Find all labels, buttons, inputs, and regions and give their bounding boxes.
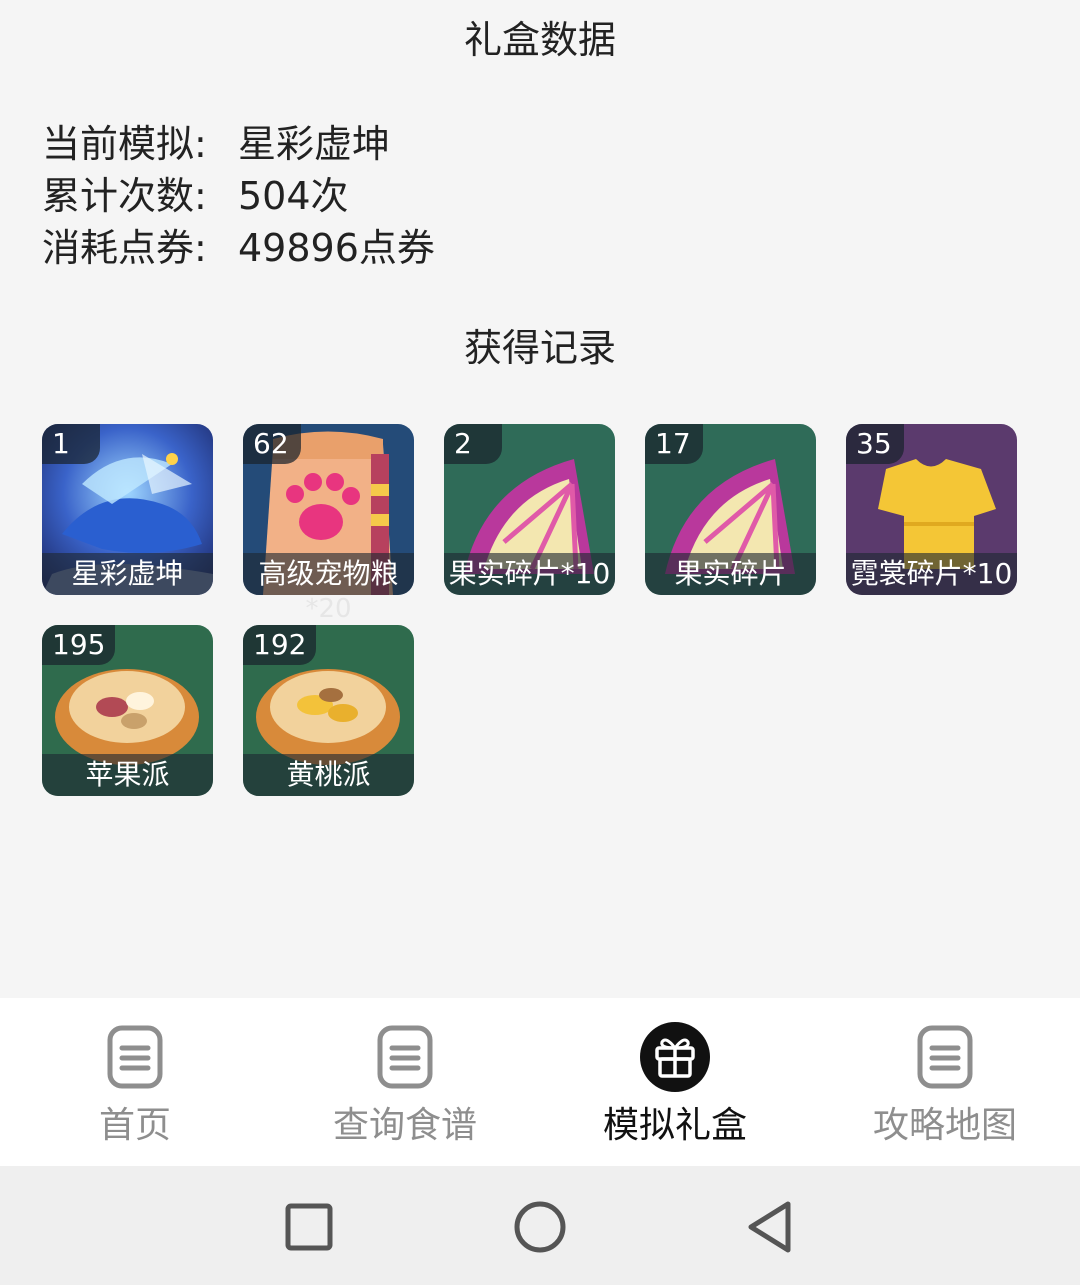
back-icon[interactable] — [736, 1192, 806, 1262]
tab-label: 攻略地图 — [872, 1105, 1017, 1146]
stat-label: 当前模拟: — [42, 122, 207, 166]
system-nav-bar — [0, 1166, 1080, 1285]
item-name: 霓裳碎片*10 — [846, 553, 1017, 595]
item-count-badge: 1 — [42, 424, 100, 464]
record-tile[interactable]: 62 高级宠物粮 — [243, 424, 414, 595]
record-tile[interactable]: 1 星彩虚坤 — [42, 424, 213, 595]
stat-coupons-spent: 消耗点券: 49896点券 — [42, 222, 435, 274]
stat-current-sim: 当前模拟: 星彩虚坤 — [42, 118, 435, 170]
section-title: 获得记录 — [463, 326, 616, 370]
stat-value: 星彩虚坤 — [238, 122, 391, 166]
stat-value: 504次 — [238, 174, 349, 218]
tab-strategy-map[interactable]: 攻略地图 — [810, 998, 1080, 1166]
item-name: 高级宠物粮 — [243, 553, 414, 595]
gift-icon — [640, 1022, 710, 1092]
item-count-badge: 17 — [645, 424, 703, 464]
item-name: 果实碎片 — [645, 553, 816, 595]
item-count-badge: 2 — [444, 424, 502, 464]
stat-total-count: 累计次数: 504次 — [42, 170, 435, 222]
tab-label: 模拟礼盒 — [602, 1105, 747, 1146]
record-tile[interactable]: 195 苹果派 — [42, 625, 213, 796]
tab-label: 查询食谱 — [332, 1105, 477, 1146]
page-title: 礼盒数据 — [463, 18, 616, 62]
record-tile[interactable]: 35 霓裳碎片*10 — [846, 424, 1017, 595]
tab-gift-sim[interactable]: 模拟礼盒 — [540, 998, 810, 1166]
item-name-overflow: *20 — [305, 594, 352, 624]
item-count-badge: 192 — [243, 625, 317, 665]
item-name: 黄桃派 — [243, 754, 414, 796]
item-count-badge: 35 — [846, 424, 904, 464]
record-tile[interactable]: 192 黄桃派 — [243, 625, 414, 796]
stat-label: 累计次数: — [42, 174, 207, 218]
item-name: 星彩虚坤 — [42, 553, 213, 595]
record-tile[interactable]: 2 果实碎片*10 — [444, 424, 615, 595]
home-icon[interactable] — [505, 1192, 575, 1262]
item-count-badge: 62 — [243, 424, 301, 464]
stat-label: 消耗点券: — [42, 226, 207, 270]
tab-label: 首页 — [98, 1105, 171, 1146]
document-icon — [917, 1025, 973, 1089]
tab-recipes[interactable]: 查询食谱 — [270, 998, 540, 1166]
document-icon — [377, 1025, 433, 1089]
tab-home[interactable]: 首页 — [0, 998, 270, 1166]
document-icon — [107, 1025, 163, 1089]
bottom-nav: 首页 查询食谱 模拟礼盒 攻略地图 — [0, 998, 1080, 1166]
stat-value: 49896点券 — [238, 226, 435, 270]
item-name: 苹果派 — [42, 754, 213, 796]
item-name: 果实碎片*10 — [444, 553, 615, 595]
item-count-badge: 195 — [42, 625, 116, 665]
recent-apps-icon[interactable] — [274, 1192, 344, 1262]
records-grid: 1 星彩虚坤 62 高级宠物粮 2 果实碎片*10 17 果实碎片 35 霓裳碎… — [42, 424, 1032, 804]
stats-panel: 当前模拟: 星彩虚坤 累计次数: 504次 消耗点券: 49896点券 — [42, 118, 435, 274]
record-tile[interactable]: 17 果实碎片 — [645, 424, 816, 595]
